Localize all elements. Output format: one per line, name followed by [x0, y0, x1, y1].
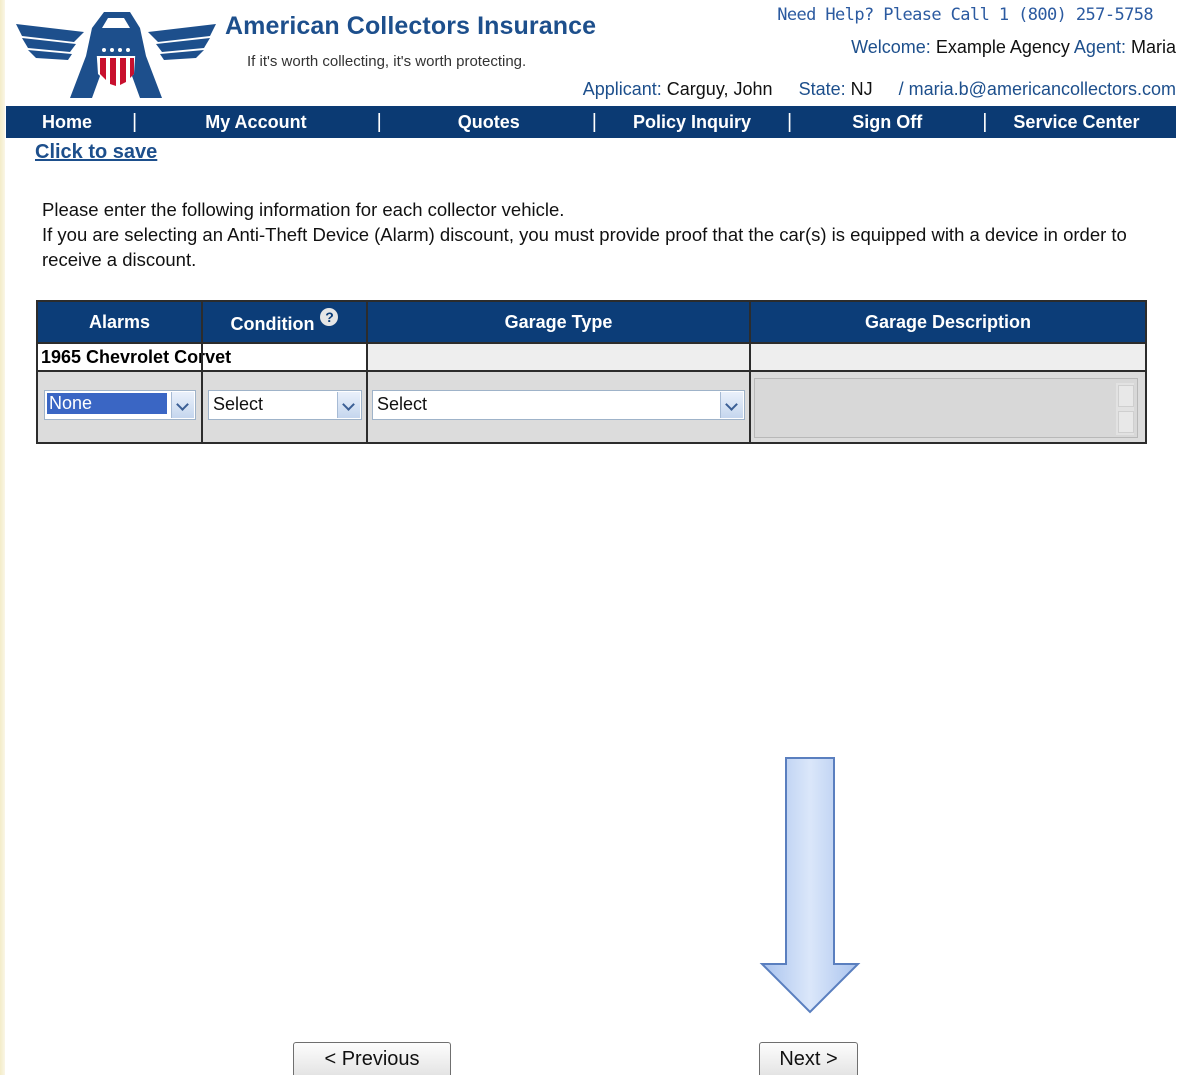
help-phone-text: Need Help? Please Call 1 (800) 257-5758: [777, 5, 1153, 25]
condition-select-value: Select: [213, 394, 264, 414]
nav-policy-inquiry[interactable]: Policy Inquiry: [633, 112, 751, 133]
down-arrow-callout-icon: [759, 757, 861, 1014]
header-garage-description: Garage Description: [751, 302, 1145, 342]
garage-type-select-value: Select: [377, 394, 428, 414]
header-condition: Condition ?: [203, 302, 366, 342]
nav-home[interactable]: Home: [42, 112, 92, 133]
applicant-label: Applicant:: [582, 79, 662, 99]
header-alarms: Alarms: [38, 302, 201, 342]
vehicle-details-table: Alarms Condition ? Garage Type Garage De…: [36, 300, 1147, 444]
instructions: Please enter the following information f…: [42, 197, 1162, 272]
textarea-scrollbar[interactable]: [1116, 383, 1134, 435]
column-divider: [749, 302, 751, 442]
header-garage-type: Garage Type: [368, 302, 749, 342]
click-to-save-link[interactable]: Click to save: [35, 141, 157, 164]
chevron-down-icon[interactable]: [171, 392, 194, 418]
garage-type-select[interactable]: Select: [372, 390, 745, 420]
nav-separator: |: [787, 110, 793, 133]
main-nav: Home | My Account | Quotes | Policy Inqu…: [6, 106, 1176, 138]
instructions-line-2: If you are selecting an Anti-Theft Devic…: [42, 224, 1127, 270]
header-condition-label: Condition: [230, 313, 315, 334]
nav-sign-off[interactable]: Sign Off: [852, 112, 922, 133]
nav-separator: |: [982, 110, 988, 133]
welcome-line: Welcome: Example Agency Agent: Maria: [851, 37, 1176, 58]
nav-quotes[interactable]: Quotes: [458, 112, 520, 133]
agent-name: Maria: [1130, 37, 1176, 57]
alarms-select-value: None: [47, 393, 167, 414]
brand-tagline: If it's worth collecting, it's worth pro…: [247, 53, 527, 70]
instructions-line-1: Please enter the following information f…: [42, 199, 565, 220]
state-value: NJ: [850, 79, 873, 99]
state-label: State:: [798, 79, 846, 99]
alarms-select[interactable]: None: [44, 390, 196, 420]
nav-service-center[interactable]: Service Center: [1013, 112, 1139, 133]
welcome-label: Welcome:: [851, 37, 931, 57]
next-button[interactable]: Next >: [759, 1042, 858, 1075]
eagle-logo-icon: [16, 12, 216, 98]
nav-separator: |: [132, 110, 138, 133]
nav-separator: |: [376, 110, 382, 133]
chevron-down-icon[interactable]: [337, 392, 360, 418]
chevron-down-icon[interactable]: [720, 392, 743, 418]
agent-email[interactable]: / maria.b@americancollectors.com: [899, 79, 1176, 99]
header-garage-type-label: Garage Type: [504, 311, 613, 332]
column-divider: [201, 302, 203, 442]
condition-select[interactable]: Select: [208, 390, 362, 420]
agent-label: Agent:: [1073, 37, 1126, 57]
nav-separator: |: [591, 110, 597, 133]
page-left-edge: [0, 0, 5, 1075]
header-garage-description-label: Garage Description: [864, 311, 1032, 332]
brand-title: American Collectors Insurance: [225, 12, 597, 40]
agency-name: Example Agency: [935, 37, 1070, 57]
header-alarms-label: Alarms: [88, 311, 151, 332]
column-divider: [366, 302, 368, 442]
applicant-line: Applicant: Carguy, John State: NJ / mari…: [583, 79, 1176, 100]
garage-description-textarea[interactable]: [754, 378, 1138, 438]
nav-my-account[interactable]: My Account: [205, 112, 306, 133]
applicant-name: Carguy, John: [666, 79, 773, 99]
condition-help-icon[interactable]: ?: [320, 308, 339, 326]
previous-button[interactable]: < Previous: [293, 1042, 451, 1075]
